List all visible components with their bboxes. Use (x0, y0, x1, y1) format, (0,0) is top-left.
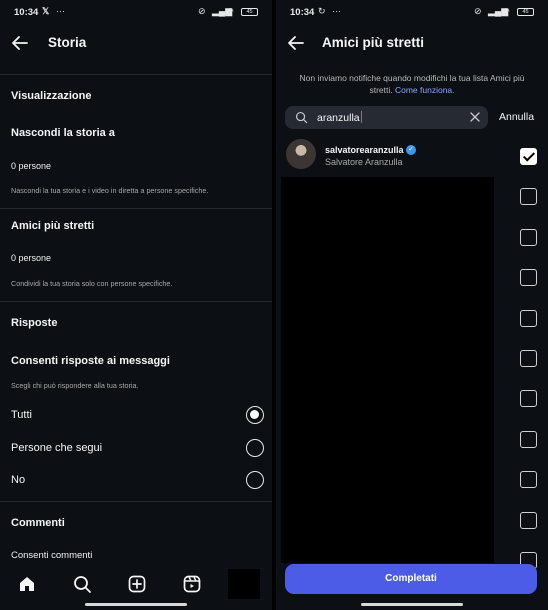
hide-story-count[interactable]: 0 persone (11, 161, 51, 171)
status-bar: 10:34 𝕏 ··· ⊘ ▂▄▆ ◠ 45 (0, 0, 272, 24)
page-title: Storia (48, 35, 87, 50)
reply-option-label[interactable]: Tutti (11, 409, 32, 421)
reply-option-label[interactable]: No (11, 474, 25, 486)
friend-checkbox[interactable] (520, 512, 537, 529)
back-arrow-icon[interactable] (10, 33, 30, 53)
bottom-nav (0, 564, 272, 610)
result-checkbox[interactable] (520, 148, 537, 165)
top-bar: Storia (0, 24, 272, 62)
result-fullname: Salvatore Aranzulla (325, 157, 403, 167)
reply-option-radio[interactable] (246, 471, 264, 489)
back-arrow-icon[interactable] (286, 33, 306, 53)
status-time: 10:34 (14, 7, 39, 18)
allow-replies-title: Consenti risposte ai messaggi (11, 355, 170, 367)
search-field[interactable]: aranzulla (285, 106, 488, 129)
close-friends-screen: 10:34 ↻ ··· ⊘ ▂▄▆ ◠ 45 Amici più stretti… (276, 0, 548, 610)
mute-icon: ⊘ (474, 6, 482, 16)
mute-icon: ⊘ (198, 6, 206, 16)
more-notifications-icon: ··· (332, 6, 341, 16)
friend-checkbox[interactable] (520, 188, 537, 205)
reply-option-radio[interactable] (246, 439, 264, 457)
divider (0, 301, 272, 302)
status-time: 10:34 (290, 7, 315, 18)
friend-checkbox[interactable] (520, 471, 537, 488)
close-friends-description: Condividi la tua storia solo con persone… (11, 279, 173, 288)
status-bar: 10:34 ↻ ··· ⊘ ▂▄▆ ◠ 45 (276, 0, 548, 24)
search-icon[interactable] (72, 574, 92, 594)
avatar[interactable] (286, 139, 316, 169)
search-input[interactable]: aranzulla (317, 111, 362, 124)
top-bar: Amici più stretti (276, 24, 548, 62)
result-username[interactable]: salvatorearanzulla (325, 145, 404, 155)
hide-story-description: Nascondi la tua storia e i video in dire… (11, 186, 209, 195)
create-icon[interactable] (127, 574, 147, 594)
sync-icon: ↻ (318, 6, 326, 16)
close-friends-count[interactable]: 0 persone (11, 253, 51, 263)
reels-icon[interactable] (182, 574, 202, 594)
comments-heading: Commenti (11, 517, 65, 529)
allow-replies-description: Scegli chi può rispondere alla tua stori… (11, 381, 139, 390)
friend-checkbox[interactable] (520, 390, 537, 407)
wifi-icon: ◠ (226, 6, 234, 16)
divider (0, 74, 272, 75)
friend-checkbox[interactable] (520, 310, 537, 327)
home-icon[interactable] (17, 574, 37, 594)
friend-checkbox[interactable] (520, 229, 537, 246)
redacted-list-area (281, 177, 494, 563)
more-notifications-icon: ··· (56, 6, 65, 16)
hide-story-title[interactable]: Nascondi la storia a (11, 127, 115, 139)
divider (0, 208, 272, 209)
battery-icon: 45 (241, 8, 258, 16)
gesture-bar (85, 603, 187, 606)
friend-checkbox[interactable] (520, 269, 537, 286)
battery-icon: 45 (517, 8, 534, 16)
allow-comments-label[interactable]: Consenti commenti (11, 550, 92, 561)
friend-checkbox[interactable] (520, 350, 537, 367)
profile-icon[interactable] (228, 569, 260, 599)
how-it-works-link[interactable]: Come funziona. (395, 85, 455, 95)
cancel-button[interactable]: Annulla (499, 111, 534, 123)
search-icon (295, 111, 308, 124)
verified-badge-icon: ✓ (406, 145, 416, 155)
story-settings-screen: 10:34 𝕏 ··· ⊘ ▂▄▆ ◠ 45 Storia Visualizza… (0, 0, 272, 610)
divider (0, 501, 272, 502)
friend-checkbox[interactable] (520, 431, 537, 448)
wifi-icon: ◠ (502, 6, 510, 16)
visualization-heading: Visualizzazione (11, 90, 92, 102)
gesture-bar (361, 603, 463, 606)
x-app-icon: 𝕏 (42, 6, 50, 16)
done-button[interactable]: Completati (285, 564, 537, 594)
reply-option-radio[interactable] (246, 406, 264, 424)
clear-search-icon[interactable] (469, 111, 481, 123)
page-title: Amici più stretti (322, 35, 425, 50)
reply-option-label[interactable]: Persone che segui (11, 442, 102, 454)
close-friends-title[interactable]: Amici più stretti (11, 220, 94, 232)
replies-heading: Risposte (11, 317, 58, 329)
notice-text: Non inviamo notifiche quando modifichi l… (296, 72, 528, 96)
